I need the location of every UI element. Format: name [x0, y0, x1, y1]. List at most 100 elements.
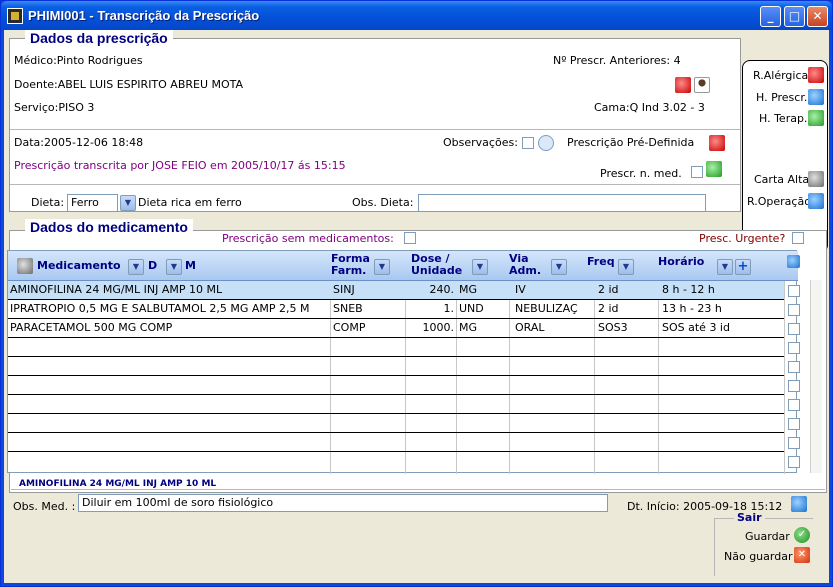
close-button[interactable]: ✕: [807, 6, 828, 27]
col-horario[interactable]: Horário: [658, 256, 704, 268]
cell-dose: 1000.: [422, 321, 455, 334]
cell-horario: 8 h - 12 h: [662, 283, 715, 296]
cell-via: IV: [515, 283, 526, 296]
row-checkbox[interactable]: [788, 418, 800, 430]
table-row[interactable]: [8, 357, 784, 376]
discharge-letter-icon[interactable]: [808, 171, 824, 187]
prescription-section-title: Dados da prescrição: [25, 30, 173, 46]
grid-settings-icon[interactable]: [787, 255, 800, 268]
sort-d-button[interactable]: ▼: [166, 259, 182, 275]
sort-dose-button[interactable]: ▼: [472, 259, 488, 275]
cama-value: Q Ind 3.02 - 3: [629, 101, 705, 114]
speech-bubble-icon[interactable]: [538, 135, 554, 151]
cell-via: NEBULIZAÇ: [515, 302, 578, 315]
patient-icon[interactable]: [694, 77, 710, 93]
col-medicamento[interactable]: Medicamento: [37, 260, 121, 272]
obs-med-label: Obs. Med. :: [13, 500, 76, 513]
table-row[interactable]: [8, 452, 784, 471]
h-prescr-label[interactable]: H. Prescr.: [756, 91, 807, 104]
col-via[interactable]: Via Adm.: [509, 253, 541, 277]
sort-freq-button[interactable]: ▼: [618, 259, 634, 275]
row-checkbox[interactable]: [788, 323, 800, 335]
family-icon[interactable]: [675, 77, 691, 93]
urgente-checkbox[interactable]: [792, 232, 804, 244]
discard-button[interactable]: ✕: [794, 547, 810, 563]
cell-via: ORAL: [515, 321, 545, 334]
sem-medicamentos-label: Prescrição sem medicamentos:: [222, 232, 394, 245]
table-row[interactable]: [8, 338, 784, 357]
row-checkbox[interactable]: [788, 380, 800, 392]
transcription-note: Prescrição transcrita por JOSE FEIO em 2…: [14, 159, 346, 172]
obs-med-field[interactable]: Diluir em 100ml de soro fisiológico: [78, 494, 608, 512]
obs-dieta-field[interactable]: [418, 194, 706, 212]
row-checkbox[interactable]: [788, 437, 800, 449]
pre-defined-icon[interactable]: [709, 135, 725, 151]
observacoes-checkbox[interactable]: [522, 137, 534, 149]
grid-scrollbar[interactable]: [810, 280, 822, 473]
grid-header: Medicamento ▼ D ▼ M Forma Farm. ▼ Dose / U…: [8, 251, 800, 281]
row-checkbox[interactable]: [788, 399, 800, 411]
row-checkbox[interactable]: [788, 285, 800, 297]
table-row[interactable]: [8, 376, 784, 395]
obs-dieta-label: Obs. Dieta:: [352, 196, 414, 209]
col-d[interactable]: D: [148, 260, 157, 272]
window-title: PHIMI001 - Transcrição da Prescrição: [28, 8, 260, 23]
col-freq[interactable]: Freq: [587, 256, 615, 268]
table-row[interactable]: IPRATROPIO 0,5 MG E SALBUTAMOL 2,5 MG AM…: [8, 300, 784, 319]
col-m[interactable]: M: [185, 260, 196, 272]
cell-forma: SINJ: [333, 283, 355, 296]
cell-horario: 13 h - 23 h: [662, 302, 722, 315]
dieta-dropdown-button[interactable]: ▼: [120, 195, 136, 211]
nao-guardar-label[interactable]: Não guardar: [724, 550, 792, 563]
add-medication-button[interactable]: +: [735, 259, 751, 275]
allergy-icon[interactable]: [808, 67, 824, 83]
calendar-icon[interactable]: [791, 496, 807, 512]
sort-horario-button[interactable]: ▼: [717, 259, 733, 275]
cell-dose: 240.: [429, 283, 455, 296]
operation-record-icon[interactable]: [808, 193, 824, 209]
sort-via-button[interactable]: ▼: [551, 259, 567, 275]
row-checkbox[interactable]: [788, 304, 800, 316]
cell-unidade: MG: [459, 321, 478, 334]
minimize-button[interactable]: _: [760, 6, 781, 27]
urgente-label: Presc. Urgente?: [699, 232, 786, 245]
table-row[interactable]: [8, 395, 784, 414]
h-terap-label[interactable]: H. Terap.: [759, 112, 807, 125]
doente-value: ABEL LUIS ESPIRITO ABREU MOTA: [57, 78, 244, 91]
data-label: Data:2005-12-06 18:48: [14, 136, 144, 149]
sort-forma-button[interactable]: ▼: [374, 259, 390, 275]
maximize-button[interactable]: □: [784, 6, 805, 27]
cama-label: Cama:Q Ind 3.02 - 3: [594, 101, 705, 114]
cell-forma: COMP: [333, 321, 366, 334]
row-checkbox[interactable]: [788, 456, 800, 468]
cell-unidade: MG: [459, 283, 478, 296]
prescr-n-med-checkbox[interactable]: [691, 166, 703, 178]
dt-inicio-value: 2005-09-18 15:12: [683, 500, 783, 513]
doente-label: Doente:ABEL LUIS ESPIRITO ABREU MOTA: [14, 78, 244, 91]
carta-alta-label[interactable]: Carta Alta: [754, 173, 809, 186]
table-row[interactable]: PARACETAMOL 500 MG COMP COMP 1000. MG OR…: [8, 319, 784, 338]
r-operacao-label[interactable]: R.Operação: [747, 195, 811, 208]
non-medication-icon[interactable]: [706, 161, 722, 177]
medication-section-title: Dados do medicamento: [25, 219, 193, 235]
guardar-label[interactable]: Guardar: [745, 530, 790, 543]
medico-label: Médico:Pinto Rodrigues: [14, 54, 143, 67]
save-button[interactable]: ✓: [794, 527, 810, 543]
dieta-field[interactable]: Ferro: [67, 194, 118, 212]
sair-title: Sair: [734, 511, 765, 524]
table-row[interactable]: AMINOFILINA 24 MG/ML INJ AMP 10 ML SINJ …: [8, 281, 784, 300]
col-forma[interactable]: Forma Farm.: [331, 253, 370, 277]
title-bar[interactable]: PHIMI001 - Transcrição da Prescrição _ □…: [1, 1, 832, 30]
prescription-history-icon[interactable]: [808, 89, 824, 105]
therapy-history-icon[interactable]: [808, 110, 824, 126]
row-checkbox[interactable]: [788, 361, 800, 373]
medication-list-icon[interactable]: [17, 258, 33, 274]
col-dose[interactable]: Dose / Unidade: [411, 253, 462, 277]
table-row[interactable]: [8, 433, 784, 452]
cell-freq: 2 id: [598, 283, 619, 296]
sort-medicamento-button[interactable]: ▼: [128, 259, 144, 275]
table-row[interactable]: [8, 414, 784, 433]
r-alergica-label[interactable]: R.Alérgica: [753, 69, 808, 82]
row-checkbox[interactable]: [788, 342, 800, 354]
sem-medicamentos-checkbox[interactable]: [404, 232, 416, 244]
